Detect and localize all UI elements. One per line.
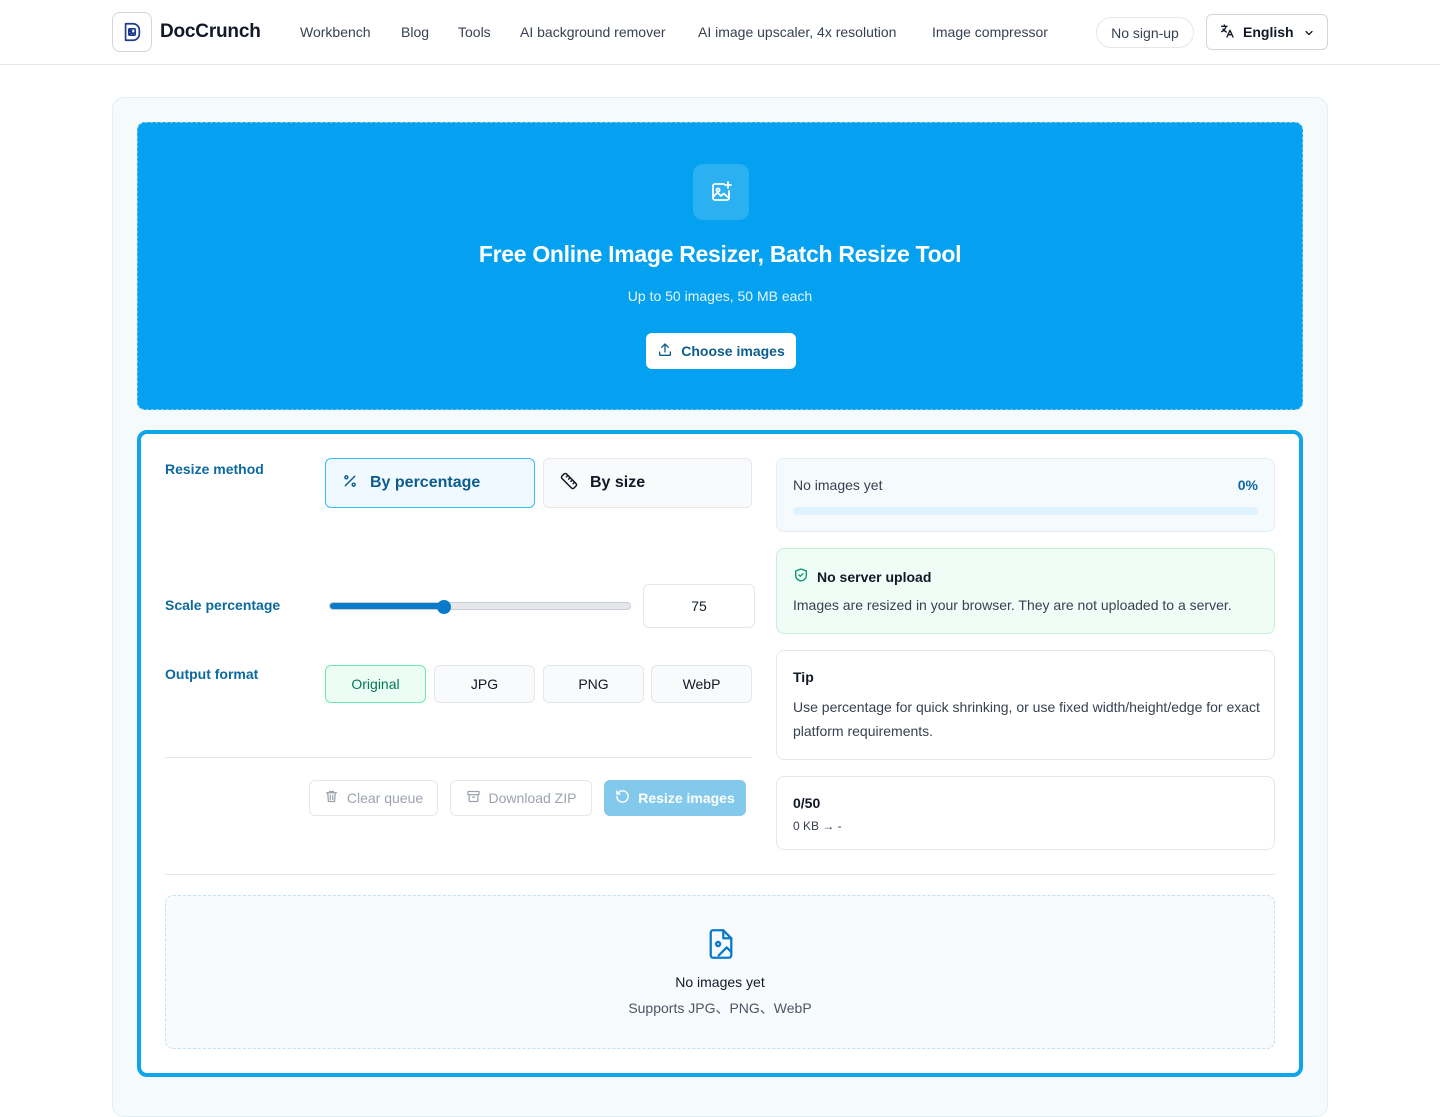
resize-images-button[interactable]: Resize images xyxy=(604,780,746,816)
doccrunch-logo-icon xyxy=(112,12,152,52)
empty-subtitle: Supports JPG、PNG、WebP xyxy=(628,1000,812,1016)
progress-card: No images yet 0% xyxy=(776,458,1275,532)
download-zip-button[interactable]: Download ZIP xyxy=(450,780,592,816)
choose-images-button[interactable]: Choose images xyxy=(646,333,796,369)
method-by-percentage[interactable]: By percentage xyxy=(325,458,535,508)
tip-title: Tip xyxy=(793,669,814,685)
clear-queue-label: Clear queue xyxy=(346,790,424,806)
format-png[interactable]: PNG xyxy=(543,665,644,703)
empty-title: No images yet xyxy=(675,974,765,990)
scale-percentage-input[interactable]: 75 xyxy=(643,584,755,628)
queue-count: 0/50 xyxy=(793,795,821,811)
clear-queue-button[interactable]: Clear queue xyxy=(309,780,438,816)
format-jpg[interactable]: JPG xyxy=(434,665,535,703)
method-by-size-label: By size xyxy=(590,474,646,491)
queue-count-card: 0/50 0 KB → - xyxy=(776,776,1275,850)
no-signup-badge: No sign-up xyxy=(1096,17,1194,48)
top-header: DocCrunch Workbench Blog Tools AI backgr… xyxy=(0,0,1440,65)
privacy-notice-body: Images are resized in your browser. They… xyxy=(793,597,1232,613)
privacy-notice-card: No server upload Images are resized in y… xyxy=(776,548,1275,634)
scale-slider[interactable] xyxy=(329,602,631,610)
scale-percentage-label: Scale percentage xyxy=(165,597,281,613)
tip-card: Tip Use percentage for quick shrinking, … xyxy=(776,650,1275,760)
ruler-icon xyxy=(560,472,578,495)
brand-name: DocCrunch xyxy=(160,21,261,42)
privacy-notice-title: No server upload xyxy=(817,568,932,585)
size-summary: 0 KB → - xyxy=(793,819,842,833)
method-by-percentage-label: By percentage xyxy=(370,474,481,491)
upload-dropzone[interactable]: Free Online Image Resizer, Batch Resize … xyxy=(137,122,1303,410)
method-by-size[interactable]: By size xyxy=(543,458,752,508)
output-format-label: Output format xyxy=(165,666,259,682)
language-label: English xyxy=(1243,24,1294,40)
brand[interactable]: DocCrunch xyxy=(112,12,261,52)
progress-percent: 0% xyxy=(1237,477,1258,493)
percent-icon xyxy=(342,473,358,494)
download-zip-label: Download ZIP xyxy=(488,790,577,806)
nav-link-image-upscaler[interactable]: AI image upscaler, 4x resolution xyxy=(698,24,896,40)
settings-panel: Resize method By percentage By size Scal… xyxy=(137,430,1303,1077)
format-original[interactable]: Original xyxy=(325,665,426,703)
nav-link-image-compressor[interactable]: Image compressor xyxy=(932,24,1048,40)
chevron-down-icon xyxy=(1303,26,1315,42)
trash-icon xyxy=(324,789,339,807)
translate-icon xyxy=(1219,23,1235,42)
archive-icon xyxy=(466,789,481,807)
progress-text: No images yet xyxy=(793,477,883,493)
format-webp[interactable]: WebP xyxy=(651,665,752,703)
scale-slider-thumb[interactable] xyxy=(436,600,451,614)
language-select[interactable]: English xyxy=(1206,14,1328,50)
page-title: Free Online Image Resizer, Batch Resize … xyxy=(478,241,962,267)
nav-link-background-remover[interactable]: AI background remover xyxy=(520,24,666,40)
queue-divider xyxy=(165,874,1275,875)
file-image-icon xyxy=(707,928,735,965)
settings-divider xyxy=(165,757,752,758)
scale-slider-fill xyxy=(330,603,444,609)
nav-link-workbench[interactable]: Workbench xyxy=(300,24,371,40)
refresh-icon xyxy=(615,789,630,807)
progress-bar xyxy=(793,507,1258,515)
shield-check-icon xyxy=(793,567,809,586)
image-plus-icon xyxy=(693,164,749,220)
resize-images-label: Resize images xyxy=(638,790,735,806)
resize-method-label: Resize method xyxy=(165,461,264,477)
tip-body: Use percentage for quick shrinking, or u… xyxy=(793,699,1260,739)
upload-limit-text: Up to 50 images, 50 MB each xyxy=(627,288,813,304)
choose-images-label: Choose images xyxy=(681,343,785,359)
image-queue-empty-state: No images yet Supports JPG、PNG、WebP xyxy=(165,895,1275,1049)
upload-icon xyxy=(657,342,673,361)
nav-link-tools[interactable]: Tools xyxy=(458,24,491,40)
nav-link-blog[interactable]: Blog xyxy=(401,24,429,40)
